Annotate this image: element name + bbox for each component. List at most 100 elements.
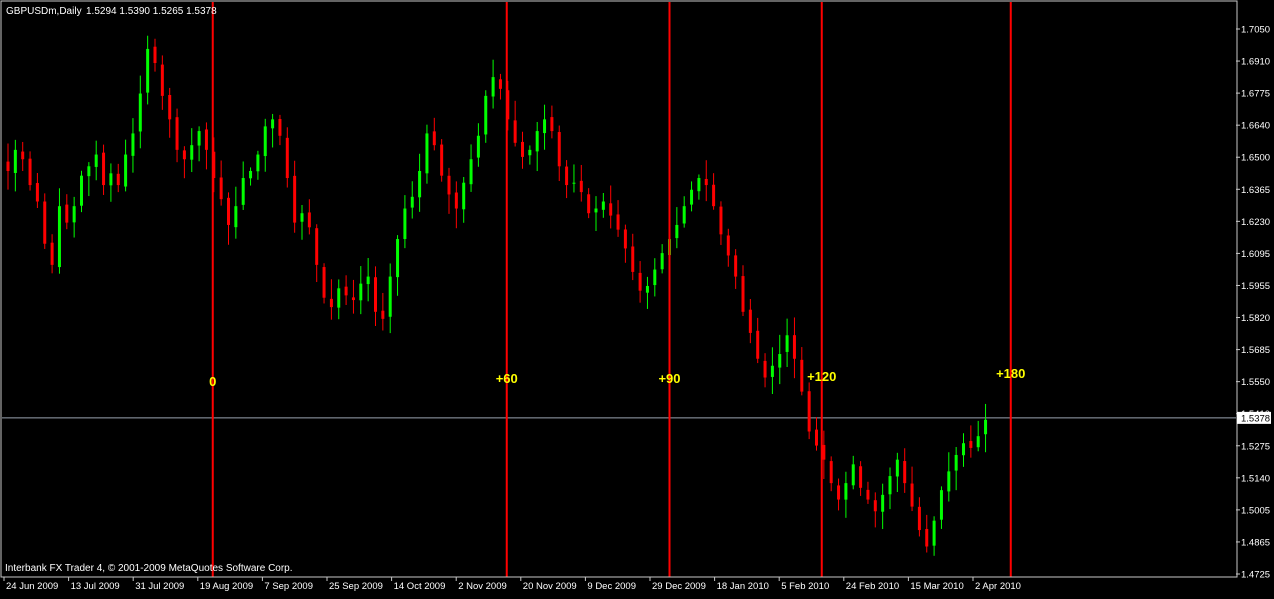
candle-body — [160, 64, 164, 96]
candle-body — [241, 178, 245, 205]
candle-body — [454, 192, 458, 209]
candle-body — [168, 94, 172, 120]
price-tick-label: 1.5820 — [1241, 313, 1270, 324]
candle-body — [432, 131, 436, 146]
candle-body — [337, 288, 341, 308]
candle-body — [704, 178, 708, 186]
candle-body — [513, 120, 517, 143]
price-tick-label: 1.7050 — [1241, 25, 1270, 36]
candle-body — [623, 229, 627, 249]
marker-label: +60 — [496, 371, 518, 386]
date-tick-label: 29 Dec 2009 — [652, 581, 706, 592]
candle-body — [116, 173, 120, 186]
candle-body — [770, 365, 774, 377]
candle-body — [690, 189, 694, 205]
date-tick-label: 19 Aug 2009 — [200, 581, 253, 592]
candle-body — [609, 203, 613, 216]
candle-body — [932, 520, 936, 546]
marker-label: +120 — [807, 369, 836, 384]
candle-body — [675, 224, 679, 239]
candle-body — [484, 95, 488, 135]
mt4-chart-window[interactable]: 1.7050 1.6910 1.6775 1.6640 1.6500 1.6365 1.62… — [0, 0, 1274, 594]
candle-body — [645, 285, 649, 293]
candle-body — [748, 309, 752, 333]
candle-body — [146, 48, 150, 93]
candle-body — [815, 429, 818, 446]
price-tick-label: 1.6095 — [1241, 249, 1270, 260]
date-tick-label: 20 Nov 2009 — [523, 581, 577, 592]
candle-body — [204, 129, 208, 150]
candle-body — [822, 444, 826, 460]
candle-body — [682, 206, 686, 224]
candle-body — [579, 180, 583, 193]
candle-body — [491, 77, 495, 97]
candle-body — [263, 126, 267, 157]
current-price-tag-text: 1.5378 — [1241, 413, 1270, 424]
date-tick-label: 24 Feb 2010 — [846, 581, 899, 592]
date-tick-label: 25 Sep 2009 — [329, 581, 383, 592]
candle-body — [726, 235, 730, 256]
candle-body — [43, 201, 47, 244]
candle-body — [35, 183, 39, 202]
candle-body — [322, 267, 326, 298]
candle-body — [6, 161, 10, 171]
candle-body — [109, 173, 113, 186]
candle-body — [697, 178, 701, 192]
date-tick-label: 18 Jan 2010 — [717, 581, 769, 592]
candle-body — [227, 197, 230, 225]
candle-body — [925, 528, 929, 547]
date-tick-label: 14 Oct 2009 — [394, 581, 446, 592]
price-tick-label: 1.6230 — [1241, 217, 1270, 228]
candle-body — [521, 141, 524, 157]
candle-body — [381, 310, 385, 319]
candle-body — [50, 242, 54, 265]
candle-body — [388, 276, 392, 317]
price-tick-label: 1.6365 — [1241, 185, 1270, 196]
candle-body — [800, 359, 804, 392]
candle-body — [102, 152, 106, 186]
candle-body — [65, 204, 69, 223]
date-tick-label: 15 Mar 2010 — [910, 581, 963, 592]
candle-body — [80, 175, 83, 206]
candle-body — [197, 131, 201, 146]
price-tick-label: 1.6775 — [1241, 89, 1270, 100]
candle-body — [344, 286, 348, 296]
candle-body — [866, 489, 870, 500]
candle-body — [888, 476, 892, 495]
candle-body — [13, 149, 17, 173]
price-chart[interactable]: 1.7050 1.6910 1.6775 1.6640 1.6500 1.6365 1.62… — [0, 0, 1274, 594]
date-tick-label: 2 Apr 2010 — [975, 581, 1021, 592]
marker-label: +180 — [996, 366, 1025, 381]
date-tick-label: 24 Jun 2009 — [6, 581, 58, 592]
date-tick-label: 31 Jul 2009 — [135, 581, 184, 592]
candle-body — [756, 330, 760, 359]
candle-body — [498, 79, 502, 89]
candle-body — [256, 154, 260, 172]
price-tick-label: 1.5955 — [1241, 281, 1270, 292]
ohlc-values: 1.5294 1.5390 1.5265 1.5378 — [86, 6, 217, 17]
candle-body — [550, 117, 554, 132]
candle-body — [315, 228, 319, 265]
candle-body — [873, 500, 877, 512]
candle-body — [182, 150, 186, 160]
candle-body — [543, 119, 547, 134]
candle-body — [807, 391, 811, 432]
candle-body — [572, 182, 576, 184]
candle-body — [278, 118, 282, 136]
candle-body — [469, 159, 473, 185]
candle-body — [939, 490, 943, 520]
candle-body — [72, 206, 76, 223]
candle-body — [976, 436, 980, 448]
candle-body — [396, 239, 400, 278]
candle-body — [138, 93, 142, 132]
date-tick-label: 2 Nov 2009 — [458, 581, 507, 592]
date-tick-label: 13 Jul 2009 — [71, 581, 120, 592]
candle-body — [351, 297, 355, 301]
price-tick-label: 1.4725 — [1241, 570, 1270, 581]
candle-body — [249, 170, 253, 179]
candle-body — [792, 335, 796, 359]
candle-body — [881, 494, 885, 512]
price-tick-label: 1.5550 — [1241, 377, 1270, 388]
price-tick-label: 1.6500 — [1241, 153, 1270, 164]
candle-body — [910, 483, 914, 507]
